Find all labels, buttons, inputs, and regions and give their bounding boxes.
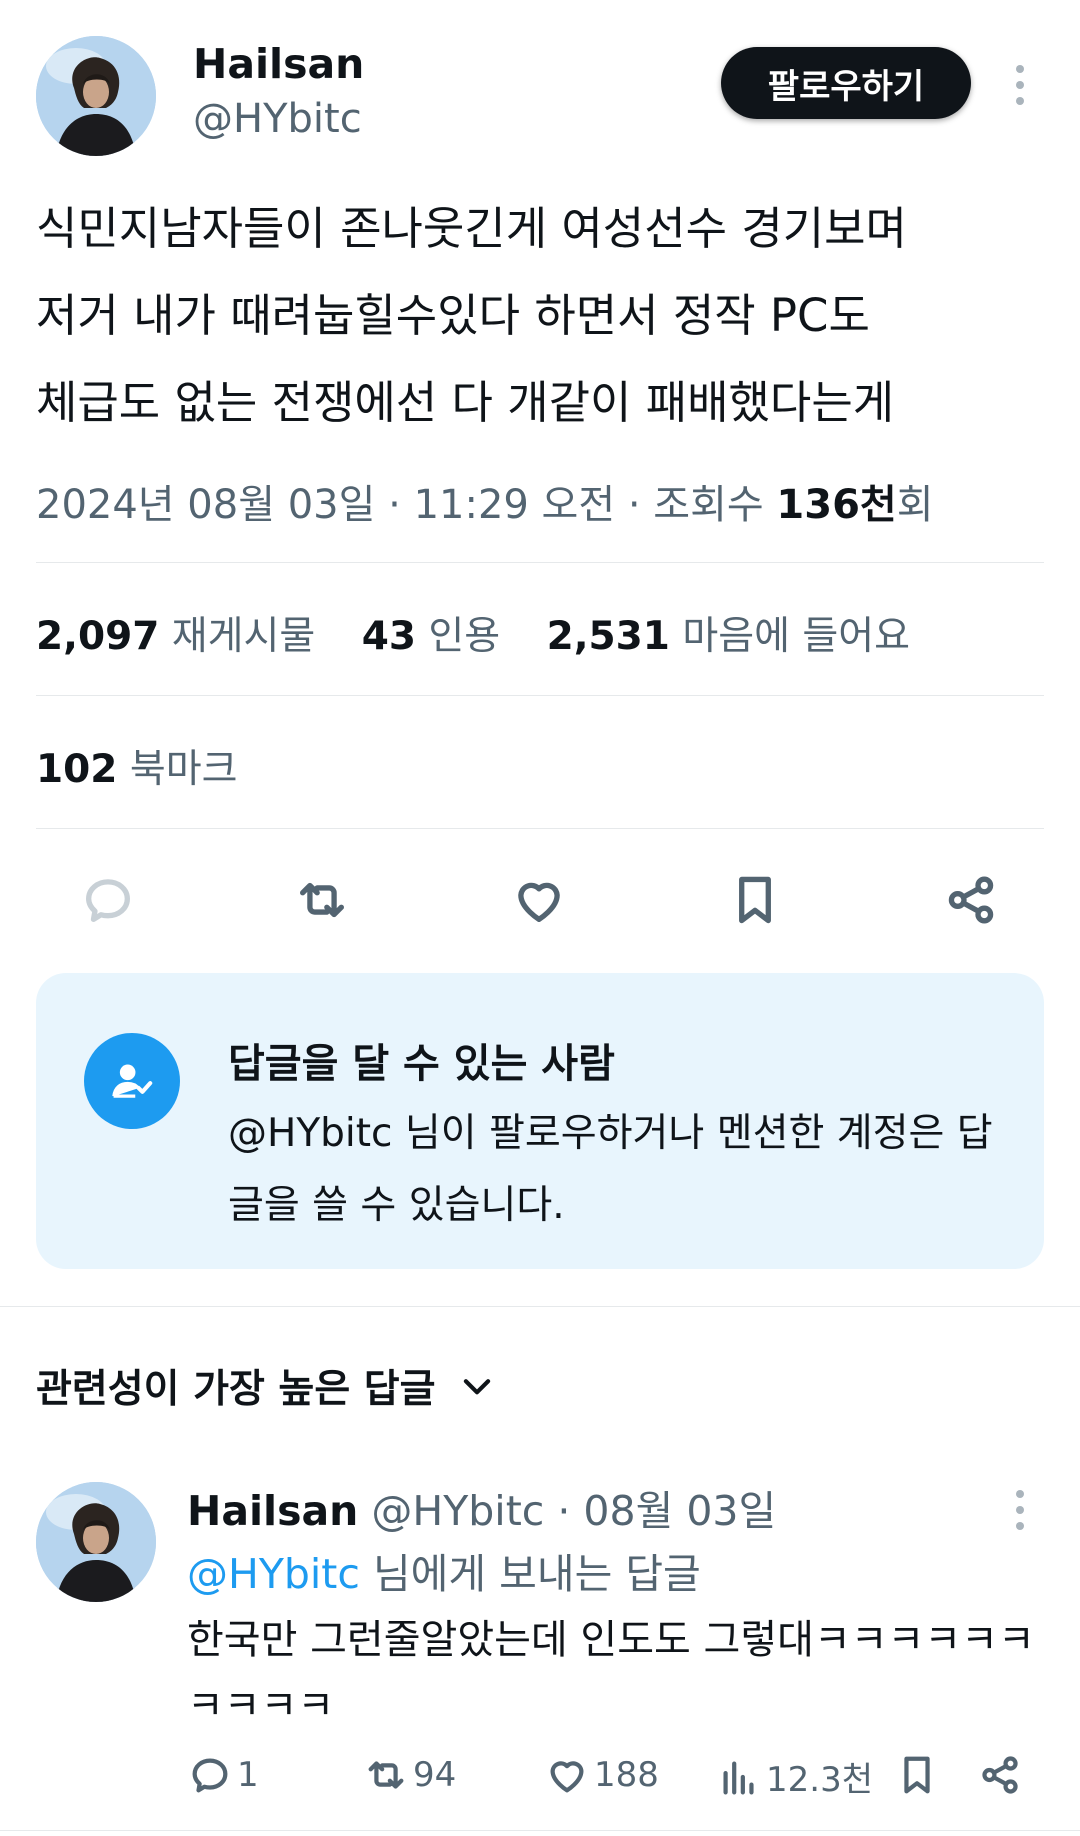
divider	[36, 695, 1044, 696]
bookmark-icon	[904, 1756, 930, 1794]
more-options-icon[interactable]	[1014, 65, 1026, 113]
quotes-stat[interactable]: 43 인용	[362, 614, 534, 659]
reply-view-count: 12.3천	[766, 1760, 873, 1800]
replies-sort-label: 관련성이 가장 높은 답글	[36, 1367, 436, 1412]
reply-header: Hailsan @HYbitc · 08월 03일	[187, 1477, 776, 1537]
author-avatar[interactable]	[36, 36, 156, 156]
bookmark-icon[interactable]	[723, 868, 787, 932]
author-handle[interactable]: @HYbitc	[193, 96, 362, 142]
reply-reply-count: 1	[237, 1755, 259, 1795]
reply-icon	[192, 1758, 228, 1793]
reply-restriction-notice: 답글을 달 수 있는 사람 @HYbitc 님이 팔로우하거나 멘션한 계정은 …	[36, 973, 1044, 1269]
analytics-icon	[723, 1760, 754, 1794]
reply-author-avatar[interactable]	[36, 1482, 156, 1602]
reply-retweet-count: 94	[413, 1755, 457, 1795]
divider	[36, 828, 1044, 829]
avatar-image	[36, 36, 156, 156]
view-count: 136천	[776, 482, 897, 528]
reply-views-button[interactable]: 12.3천	[716, 1752, 873, 1801]
restricted-user-icon	[84, 1033, 180, 1129]
share-icon	[982, 1756, 1018, 1794]
retweets-stat[interactable]: 2,097 재게시물	[36, 614, 349, 659]
reply-reply-button[interactable]: 1	[187, 1752, 259, 1798]
bottom-separator	[0, 1830, 1080, 1831]
avatar-image	[36, 1482, 156, 1602]
retweet-icon[interactable]	[290, 868, 354, 932]
replying-to-line: @HYbitc 님에게 보내는 답글	[187, 1540, 701, 1600]
replying-to-suffix: 님에게 보내는 답글	[359, 1550, 701, 1598]
reply-like-button[interactable]: 188	[544, 1752, 659, 1798]
bookmarks-stat[interactable]: 102 북마크	[36, 738, 237, 794]
section-separator	[0, 1306, 1080, 1307]
reply-author-name[interactable]: Hailsan	[187, 1487, 358, 1535]
like-icon	[550, 1761, 584, 1793]
reply-text: 한국만 그런줄알았는데 인도도 그렇대ㅋㅋㅋㅋㅋㅋㅋㅋㅋㅋ	[187, 1617, 1035, 1729]
tweet-stats: 2,097 재게시물 43 인용 2,531 마음에 들어요	[36, 605, 944, 661]
reply-handle-date[interactable]: @HYbitc · 08월 03일	[371, 1487, 776, 1535]
reply-like-count: 188	[594, 1755, 659, 1795]
reply-share-button[interactable]	[977, 1752, 1023, 1798]
tweet-date-time[interactable]: 2024년 08월 03일 · 11:29 오전 · 조회수	[36, 482, 776, 528]
tweet-text: 식민지남자들이 존나웃긴게 여성선수 경기보며 저거 내가 때려눕힐수있다 하면…	[36, 202, 907, 429]
replies-sort-dropdown[interactable]: 관련성이 가장 높은 답글	[36, 1358, 496, 1414]
divider	[36, 562, 1044, 563]
follow-button[interactable]: 팔로우하기	[721, 47, 971, 119]
retweet-icon	[368, 1761, 404, 1789]
reply-icon[interactable]	[76, 868, 140, 932]
replying-to-mention[interactable]: @HYbitc	[187, 1550, 360, 1598]
reply-retweet-button[interactable]: 94	[363, 1752, 456, 1798]
reply-restriction-title: 답글을 달 수 있는 사람	[228, 1041, 615, 1087]
chevron-down-icon	[463, 1379, 490, 1395]
like-icon[interactable]	[507, 868, 571, 932]
reply-restriction-body: @HYbitc 님이 팔로우하거나 멘션한 계정은 답글을 쓸 수 있습니다.	[228, 1111, 993, 1228]
view-suffix: 회	[896, 482, 934, 528]
reply-bookmark-button[interactable]	[894, 1752, 940, 1798]
reply-more-options-icon[interactable]	[1014, 1490, 1026, 1538]
author-name[interactable]: Hailsan	[193, 40, 364, 88]
likes-stat[interactable]: 2,531 마음에 들어요	[547, 614, 944, 659]
share-icon[interactable]	[939, 868, 1003, 932]
tweet-meta: 2024년 08월 03일 · 11:29 오전 · 조회수 136천회	[36, 472, 934, 530]
